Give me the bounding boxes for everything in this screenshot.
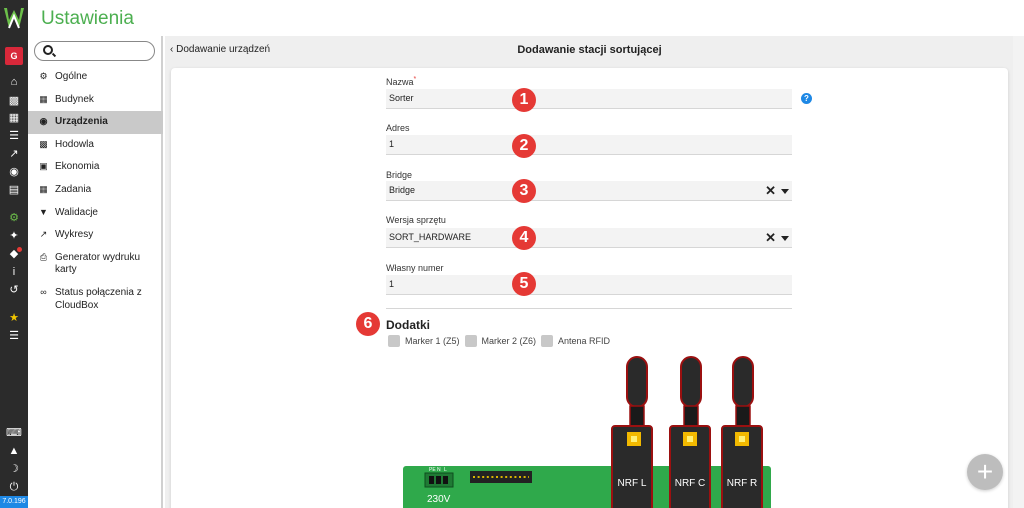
sidebar-item-label: Hodowla: [55, 138, 94, 150]
sidebar-item-label: Walidacje: [55, 206, 98, 218]
gear-icon[interactable]: ⚙: [4, 210, 24, 226]
antenna-label: NRF L: [618, 478, 647, 489]
terminal-pin: [436, 476, 441, 484]
settings-sidebar: ⚙ Ogólne ▦ Budynek ◉ Urządzenia ▩ Hodowl…: [28, 36, 163, 508]
cow-icon: ▩: [39, 138, 48, 149]
search-icon: [43, 45, 53, 55]
terminal-pin: [429, 476, 434, 484]
form-card: Nazwa* Sorter ? Adres 1 Bridge Bridge ✕ …: [171, 68, 1008, 508]
bell-icon[interactable]: ◆: [4, 246, 24, 262]
main-content: ‹ Dodawanie urządzeń Dodawanie stacji so…: [165, 36, 1024, 508]
antenna-nrf-r: NRF R: [721, 356, 763, 508]
info-icon[interactable]: i: [4, 264, 24, 280]
terminal-pin: [443, 476, 448, 484]
sidebar-item-breeding[interactable]: ▩ Hodowla: [28, 134, 163, 157]
page-title: Dodawanie stacji sortującej: [517, 44, 662, 56]
moon-icon[interactable]: ☽: [4, 461, 24, 477]
scrollbar[interactable]: [1013, 36, 1024, 508]
money-bag-icon[interactable]: ◉: [4, 164, 24, 180]
star-icon[interactable]: ★: [4, 310, 24, 326]
building-icon: ▦: [39, 93, 48, 104]
pcb-board: [403, 466, 771, 508]
sidebar-item-general[interactable]: ⚙ Ogólne: [28, 66, 163, 89]
sidebar-item-charts[interactable]: ↗ Wykresy: [28, 224, 163, 247]
list-icon[interactable]: ☰: [4, 128, 24, 144]
sidebar-item-label: Ekonomia: [55, 161, 100, 173]
antenna-nrf-c: NRF C: [669, 356, 711, 508]
sidebar-item-economy[interactable]: ▣ Ekonomia: [28, 156, 163, 179]
money-icon: ▣: [39, 161, 48, 172]
sorting-station-diagram: PE N L 230V NRF L NRF C NRF R: [403, 356, 771, 508]
link-icon: ∞: [40, 286, 47, 297]
sidebar-item-label: Urządzenia: [55, 116, 108, 128]
chart-icon[interactable]: ↗: [4, 146, 24, 162]
power-icon[interactable]: ⏻: [4, 479, 24, 495]
sidebar-item-tasks[interactable]: ▦ Zadania: [28, 179, 163, 202]
sidebar-item-cloudbox-status[interactable]: ∞ Status połączenia z CloudBox: [28, 282, 163, 320]
keyboard-icon[interactable]: ⌨: [4, 425, 24, 441]
calendar-icon: ▦: [39, 183, 48, 194]
sidebar-item-label: Status połączenia z CloudBox: [55, 286, 142, 311]
menu-list-icon[interactable]: ☰: [4, 328, 24, 344]
sidebar-item-validations[interactable]: ▼ Walidacje: [28, 202, 163, 225]
sidebar-item-label: Budynek: [55, 93, 94, 105]
terminal-pin-label: PE: [429, 467, 436, 473]
chart-icon: ↗: [39, 229, 48, 240]
add-button[interactable]: +: [967, 454, 1003, 490]
user-upload-icon[interactable]: ▲: [4, 443, 24, 459]
terminal-pin-label: N: [437, 467, 441, 473]
sidebar-item-card-print[interactable]: ⎙ Generator wydruku karty: [28, 247, 163, 282]
sidebar-item-label: Generator wydruku karty: [55, 251, 141, 276]
sidebar-item-devices[interactable]: ◉ Urządzenia: [28, 111, 163, 134]
history-icon[interactable]: ↺: [4, 282, 24, 298]
page-header: ‹ Dodawanie urządzeń Dodawanie stacji so…: [165, 36, 1024, 66]
home-icon[interactable]: ⌂: [4, 74, 24, 90]
notification-dot: [17, 247, 22, 252]
app-rail: G ⌂ ▩ ▦ ☰ ↗ ◉ ▤ ⚙ ✦ ◆ i ↺ ★ ☰ ⌨ ▲ ☽ ⏻ 7.…: [0, 0, 28, 508]
sidebar-item-label: Ogólne: [55, 71, 88, 82]
app-logo[interactable]: [2, 4, 26, 34]
app-title: Ustawienia: [41, 8, 134, 29]
calendar-icon[interactable]: ▦: [4, 110, 24, 126]
settings-nav: ⚙ Ogólne ▦ Budynek ◉ Urządzenia ▩ Hodowl…: [28, 66, 163, 320]
terminal-pin-label: L: [444, 467, 447, 473]
sidebar-item-label: Zadania: [55, 183, 92, 195]
shield-check-icon: ▼: [39, 206, 48, 217]
antenna-label: NRF C: [675, 478, 706, 489]
printer-icon: ⎙: [39, 251, 48, 262]
device-icon: ◉: [39, 116, 48, 127]
document-icon[interactable]: ▤: [4, 182, 24, 198]
version-badge: 7.0.196: [0, 496, 28, 508]
cogs-icon: ⚙: [39, 71, 48, 81]
antenna-label: NRF R: [727, 478, 758, 489]
cow-icon[interactable]: ▩: [4, 93, 24, 109]
sidebar-item-building[interactable]: ▦ Budynek: [28, 89, 163, 112]
wrench-icon[interactable]: ✦: [4, 228, 24, 244]
power-label: 230V: [427, 494, 451, 505]
antenna-nrf-l: NRF L: [611, 356, 653, 508]
search-input[interactable]: [34, 41, 155, 61]
sidebar-item-label: Wykresy: [55, 229, 94, 241]
avatar[interactable]: G: [5, 47, 23, 65]
